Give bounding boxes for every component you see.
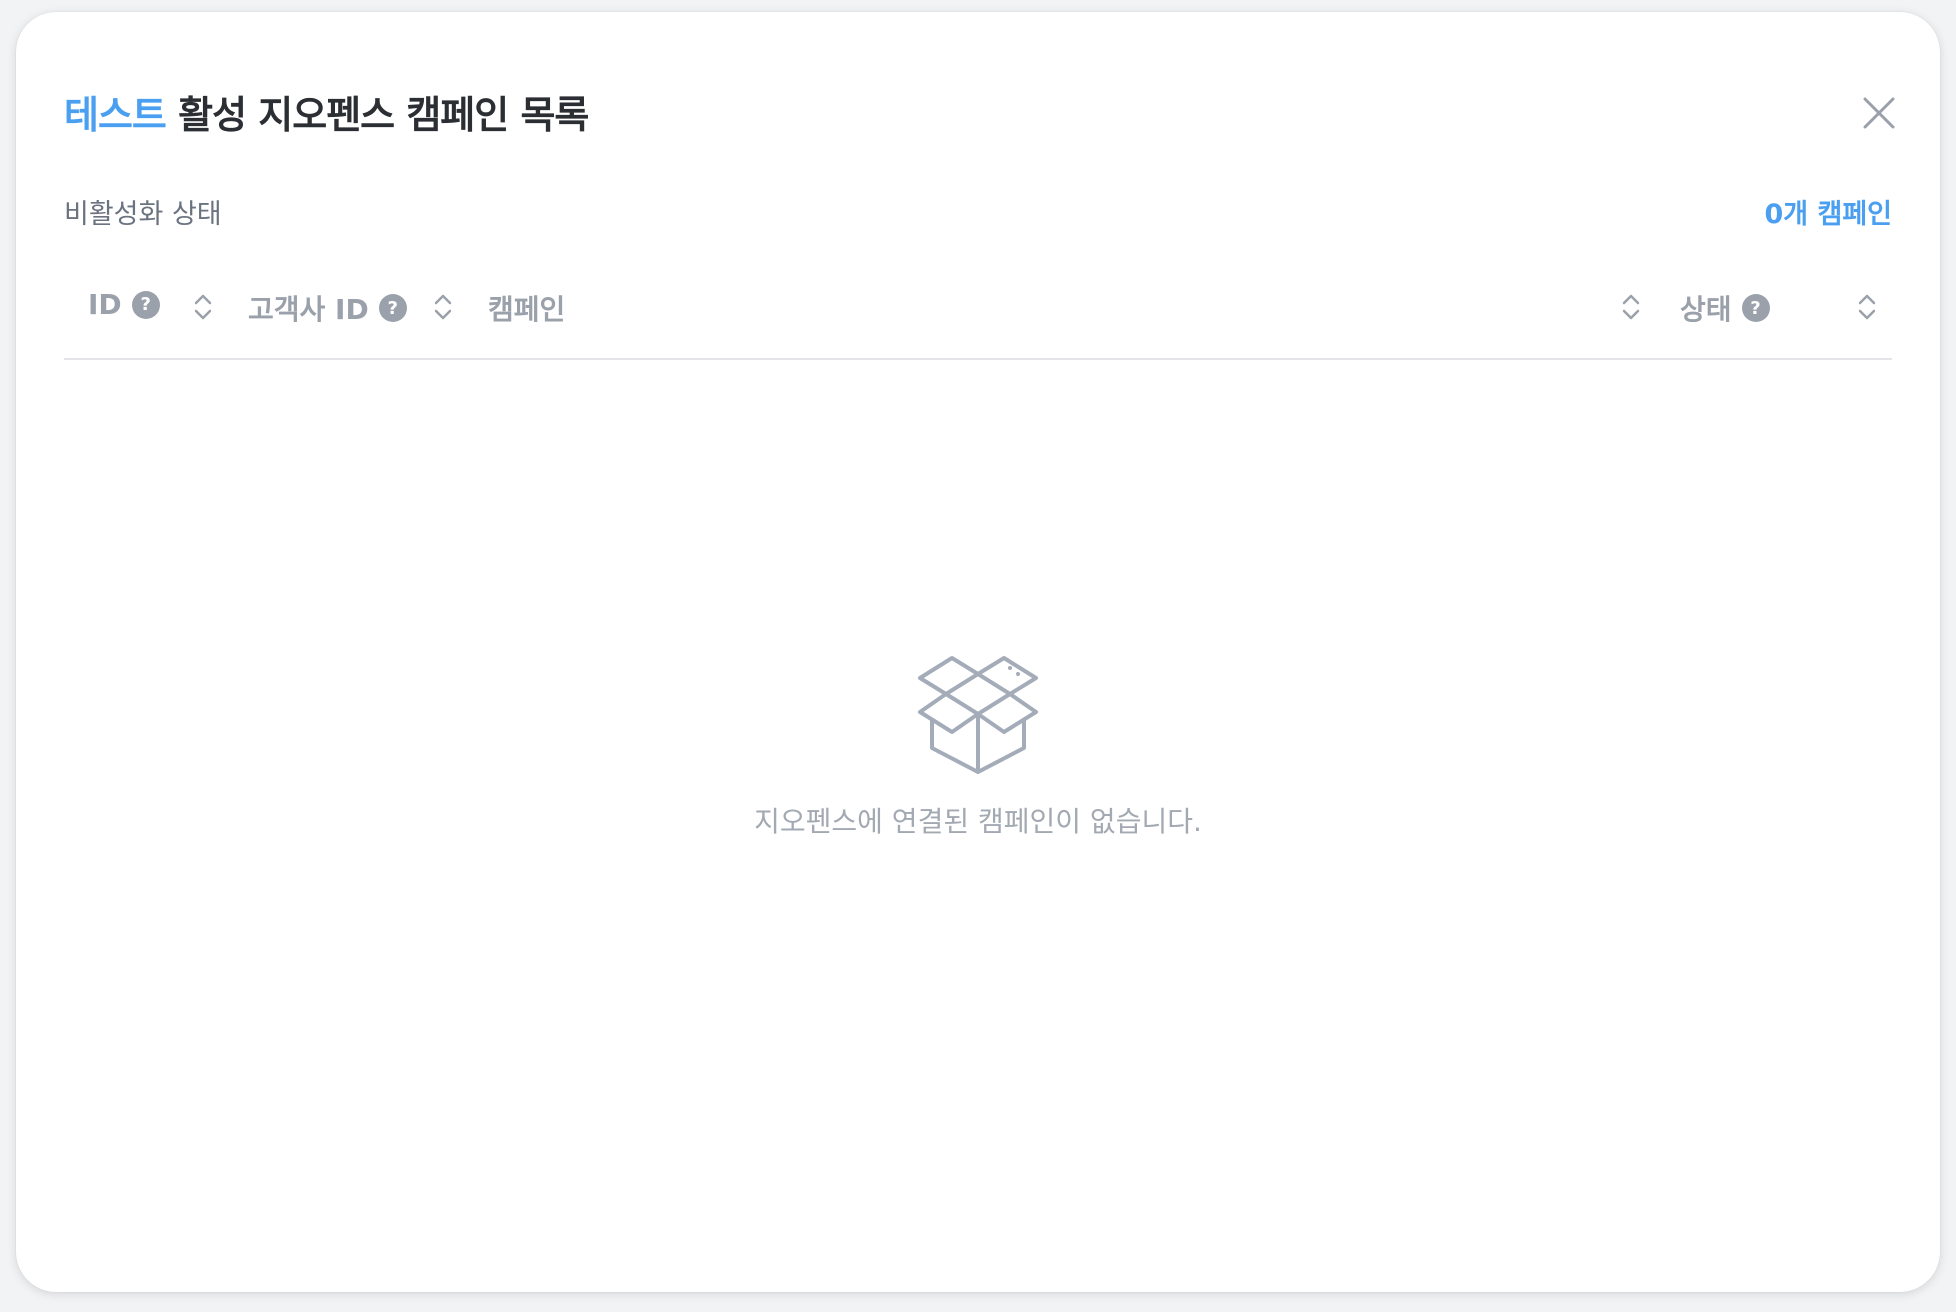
- sort-icon[interactable]: [192, 290, 214, 324]
- title-text: 활성 지오펜스 캠페인 목록: [165, 93, 589, 137]
- column-label-status: 상태: [1680, 293, 1732, 326]
- column-header-id[interactable]: ID ?: [88, 288, 160, 321]
- empty-state: 지오펜스에 연결된 캠페인이 없습니다.: [16, 652, 1940, 840]
- modal-title: 테스트 활성 지오펜스 캠페인 목록: [64, 84, 589, 139]
- help-icon[interactable]: ?: [131, 290, 160, 319]
- column-header-campaign[interactable]: 캠페인: [488, 288, 565, 328]
- campaign-count: 0개 캠페인: [1764, 199, 1892, 230]
- column-header-status[interactable]: 상태 ?: [1680, 288, 1770, 328]
- status-subtitle: 비활성화 상태: [64, 199, 222, 230]
- column-header-client-id[interactable]: 고객사 ID ?: [248, 288, 407, 328]
- help-icon[interactable]: ?: [378, 294, 407, 322]
- table-header: ID ? 고객사 ID ? 캠페인 상태 ?: [64, 268, 1892, 360]
- campaign-list-modal: 테스트 활성 지오펜스 캠페인 목록 비활성화 상태 0개 캠페인 ID ? 고…: [16, 12, 1940, 1292]
- close-icon: [1863, 97, 1895, 129]
- open-box-icon: [918, 656, 1038, 774]
- close-button[interactable]: [1862, 96, 1896, 130]
- column-label-campaign: 캠페인: [488, 293, 566, 326]
- help-icon[interactable]: ?: [1741, 294, 1770, 322]
- column-label-client-id: 고객사 ID: [248, 293, 369, 326]
- sort-icon[interactable]: [1620, 290, 1642, 324]
- sort-icon[interactable]: [432, 290, 454, 324]
- sort-icon[interactable]: [1856, 290, 1878, 324]
- column-label-id: ID: [88, 288, 122, 321]
- title-accent: 테스트: [64, 93, 167, 137]
- empty-message: 지오펜스에 연결된 캠페인이 없습니다.: [754, 805, 1202, 838]
